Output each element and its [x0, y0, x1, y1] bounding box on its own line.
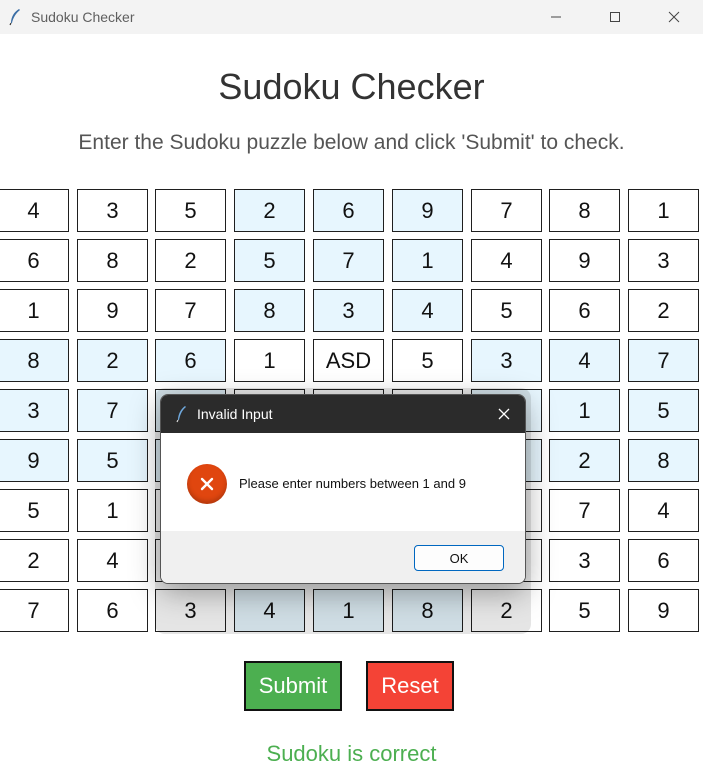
grid-cell-r2c7[interactable]: 4 [471, 239, 542, 282]
grid-cell-r2c4[interactable]: 5 [234, 239, 305, 282]
grid-cell-r1c4[interactable]: 2 [234, 189, 305, 232]
grid-cell-r9c4[interactable]: 4 [234, 589, 305, 632]
grid-cell-r6c9[interactable]: 8 [628, 439, 699, 482]
grid-cell-r5c9[interactable]: 5 [628, 389, 699, 432]
ok-button[interactable]: OK [414, 545, 504, 571]
dialog-close-button[interactable] [493, 404, 515, 424]
close-window-button[interactable] [651, 0, 697, 34]
grid-cell-r4c4[interactable]: 1 [234, 339, 305, 382]
maximize-button[interactable] [592, 0, 638, 34]
grid-cell-r2c8[interactable]: 9 [549, 239, 620, 282]
grid-cell-r9c5[interactable]: 1 [313, 589, 384, 632]
grid-cell-r4c2[interactable]: 2 [77, 339, 148, 382]
grid-cell-r4c1[interactable]: 8 [0, 339, 69, 382]
status-message: Sudoku is correct [266, 741, 437, 766]
grid-cell-r2c3[interactable]: 2 [155, 239, 226, 282]
close-icon [668, 11, 680, 23]
grid-cell-r1c9[interactable]: 1 [628, 189, 699, 232]
grid-cell-r2c1[interactable]: 6 [0, 239, 69, 282]
grid-cell-r3c8[interactable]: 6 [549, 289, 620, 332]
grid-cell-r9c3[interactable]: 3 [155, 589, 226, 632]
grid-cell-r1c5[interactable]: 6 [313, 189, 384, 232]
error-icon [187, 464, 227, 504]
grid-cell-r4c9[interactable]: 7 [628, 339, 699, 382]
dialog-footer: OK [161, 531, 525, 583]
dialog-titlebar: Invalid Input [161, 395, 525, 433]
grid-cell-r4c5[interactable]: ASD [313, 339, 384, 382]
invalid-input-dialog: Invalid Input Please enter numbers betwe… [160, 394, 526, 584]
grid-cell-r4c7[interactable]: 3 [471, 339, 542, 382]
grid-cell-r8c9[interactable]: 6 [628, 539, 699, 582]
grid-cell-r7c1[interactable]: 5 [0, 489, 69, 532]
grid-cell-r7c9[interactable]: 4 [628, 489, 699, 532]
grid-cell-r4c3[interactable]: 6 [155, 339, 226, 382]
grid-cell-r2c9[interactable]: 3 [628, 239, 699, 282]
grid-cell-r3c5[interactable]: 3 [313, 289, 384, 332]
grid-cell-r3c6[interactable]: 4 [392, 289, 463, 332]
reset-button[interactable]: Reset [366, 661, 454, 711]
grid-cell-r4c6[interactable]: 5 [392, 339, 463, 382]
grid-cell-r8c1[interactable]: 2 [0, 539, 69, 582]
grid-cell-r7c8[interactable]: 7 [549, 489, 620, 532]
submit-button[interactable]: Submit [244, 661, 342, 711]
instructions-text: Enter the Sudoku puzzle below and click … [78, 131, 625, 154]
grid-cell-r3c7[interactable]: 5 [471, 289, 542, 332]
dialog-title: Invalid Input [197, 406, 273, 422]
grid-cell-r4c8[interactable]: 4 [549, 339, 620, 382]
grid-cell-r6c2[interactable]: 5 [77, 439, 148, 482]
dialog-message: Please enter numbers between 1 and 9 [239, 476, 466, 491]
window-title: Sudoku Checker [31, 9, 135, 25]
grid-cell-r1c2[interactable]: 3 [77, 189, 148, 232]
minimize-icon [551, 16, 561, 18]
feather-icon [176, 406, 186, 423]
dialog-body: Please enter numbers between 1 and 9 [161, 433, 525, 531]
grid-cell-r2c6[interactable]: 1 [392, 239, 463, 282]
grid-cell-r9c6[interactable]: 8 [392, 589, 463, 632]
grid-cell-r2c5[interactable]: 7 [313, 239, 384, 282]
grid-cell-r1c6[interactable]: 9 [392, 189, 463, 232]
grid-cell-r8c8[interactable]: 3 [549, 539, 620, 582]
grid-cell-r3c2[interactable]: 9 [77, 289, 148, 332]
feather-icon [9, 9, 20, 26]
grid-cell-r6c1[interactable]: 9 [0, 439, 69, 482]
grid-cell-r1c8[interactable]: 8 [549, 189, 620, 232]
grid-cell-r5c1[interactable]: 3 [0, 389, 69, 432]
grid-cell-r3c4[interactable]: 8 [234, 289, 305, 332]
grid-cell-r9c9[interactable]: 9 [628, 589, 699, 632]
close-icon [498, 408, 510, 420]
grid-cell-r9c8[interactable]: 5 [549, 589, 620, 632]
grid-cell-r1c1[interactable]: 4 [0, 189, 69, 232]
grid-cell-r1c3[interactable]: 5 [155, 189, 226, 232]
grid-cell-r2c2[interactable]: 8 [77, 239, 148, 282]
grid-cell-r3c9[interactable]: 2 [628, 289, 699, 332]
window-titlebar: Sudoku Checker [0, 0, 703, 34]
grid-cell-r1c7[interactable]: 7 [471, 189, 542, 232]
grid-cell-r6c8[interactable]: 2 [549, 439, 620, 482]
grid-cell-r3c1[interactable]: 1 [0, 289, 69, 332]
page-title: Sudoku Checker [218, 66, 485, 107]
grid-cell-r9c7[interactable]: 2 [471, 589, 542, 632]
grid-cell-r5c2[interactable]: 7 [77, 389, 148, 432]
grid-cell-r9c1[interactable]: 7 [0, 589, 69, 632]
maximize-icon [610, 12, 620, 22]
grid-cell-r9c2[interactable]: 6 [77, 589, 148, 632]
grid-cell-r7c2[interactable]: 1 [77, 489, 148, 532]
grid-cell-r8c2[interactable]: 4 [77, 539, 148, 582]
grid-cell-r3c3[interactable]: 7 [155, 289, 226, 332]
minimize-button[interactable] [533, 0, 579, 34]
grid-cell-r5c8[interactable]: 1 [549, 389, 620, 432]
